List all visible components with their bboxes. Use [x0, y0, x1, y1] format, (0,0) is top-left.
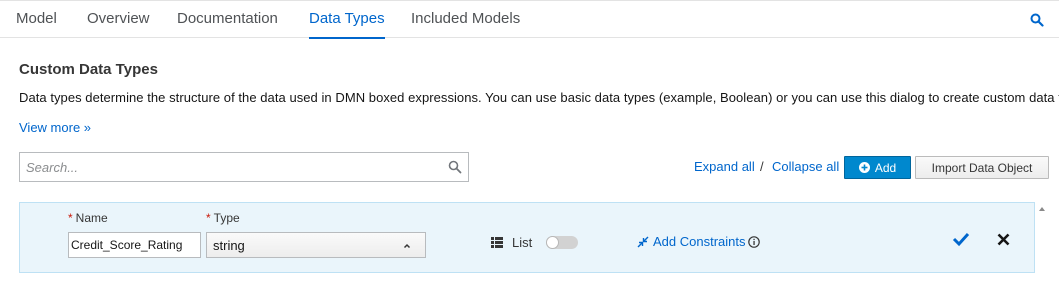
- add-button-label: Add: [874, 160, 897, 175]
- scrollbar[interactable]: [1036, 202, 1046, 302]
- list-toggle[interactable]: [546, 236, 578, 249]
- check-icon[interactable]: [952, 231, 970, 247]
- expand-all-link[interactable]: Expand all: [694, 159, 755, 174]
- compress-icon[interactable]: [637, 236, 649, 248]
- name-label-text: Name: [75, 211, 108, 225]
- add-constraints-link[interactable]: Add Constraints: [653, 234, 746, 249]
- tab-bar: Model Overview Documentation Data Types …: [0, 0, 1059, 39]
- plus-circle-icon: [858, 162, 870, 173]
- search-icon[interactable]: [1030, 13, 1044, 27]
- add-button[interactable]: Add: [844, 156, 911, 179]
- required-marker: *: [206, 211, 211, 225]
- list-icon: [491, 237, 503, 248]
- tab-model[interactable]: Model: [16, 10, 57, 27]
- type-select[interactable]: string: [206, 232, 426, 258]
- collapse-all-link[interactable]: Collapse all: [772, 159, 839, 174]
- close-icon[interactable]: [997, 233, 1010, 246]
- page-description: Data types determine the structure of th…: [19, 90, 1059, 105]
- tab-documentation[interactable]: Documentation: [177, 10, 278, 27]
- link-separator: /: [760, 159, 764, 174]
- tab-data-types[interactable]: Data Types: [309, 10, 385, 39]
- search-input[interactable]: [26, 159, 436, 175]
- toggle-knob: [546, 236, 559, 249]
- import-button-label: Import Data Object: [931, 160, 1033, 175]
- search-icon[interactable]: [448, 160, 462, 174]
- type-select-value: string: [213, 238, 245, 253]
- type-label-text: Type: [213, 211, 240, 225]
- tab-overview[interactable]: Overview: [87, 10, 150, 27]
- name-field-label: * Name: [68, 211, 108, 225]
- name-field[interactable]: [68, 232, 201, 258]
- page-title: Custom Data Types: [19, 61, 158, 78]
- view-more-link[interactable]: View more »: [19, 120, 91, 135]
- scroll-up-arrow[interactable]: [1039, 207, 1045, 211]
- search-box: [19, 152, 469, 182]
- type-field-label: * Type: [206, 211, 240, 225]
- tab-included-models[interactable]: Included Models: [411, 10, 520, 27]
- required-marker: *: [68, 211, 73, 225]
- info-circle-icon[interactable]: [748, 236, 760, 248]
- list-label: List: [512, 235, 533, 250]
- import-data-object-button[interactable]: Import Data Object: [915, 156, 1049, 179]
- chevron-up-icon: [403, 243, 411, 249]
